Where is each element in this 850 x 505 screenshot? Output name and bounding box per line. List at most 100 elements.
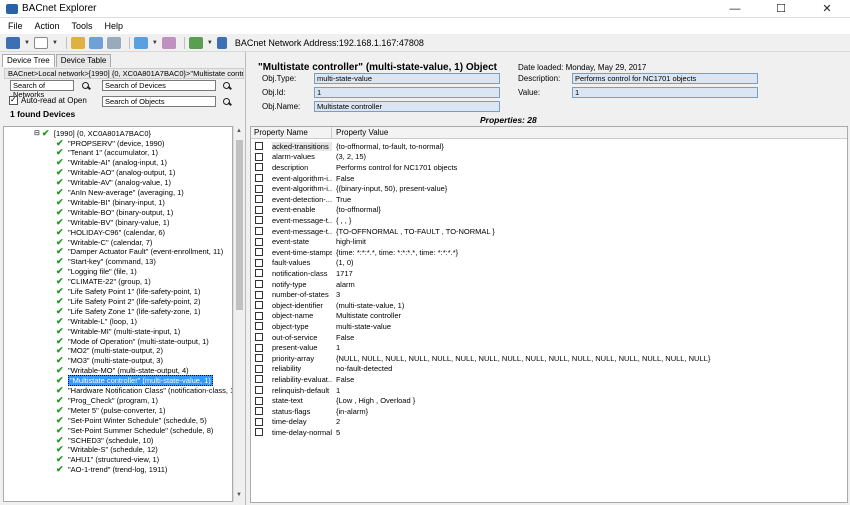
table-row[interactable]: event-enable {to-offnormal} [251, 205, 847, 216]
tree-item[interactable]: ✔ "CLIMATE-22" (group, 1) [56, 277, 151, 287]
property-value[interactable]: 1717 [332, 269, 353, 278]
table-row[interactable]: time-delay 2 [251, 417, 847, 428]
table-row[interactable]: relinquish-default 1 [251, 385, 847, 396]
table-row[interactable]: notify-type alarm [251, 279, 847, 290]
tree-item[interactable]: ✔ "AnIn New-average" (averaging, 1) [56, 188, 184, 198]
table-row[interactable]: event-time-stamps {time: *:*:*.*, time: *… [251, 247, 847, 258]
tree-root-device[interactable]: ⊟ ✔ [1990] {0, XC0A801A7BAC0} [34, 128, 151, 138]
new-file-icon[interactable] [33, 36, 48, 49]
tree-item[interactable]: ✔ "Writable-BV" (binary-value, 1) [56, 217, 169, 227]
row-checkbox[interactable] [255, 396, 263, 405]
table-row[interactable]: event-message-t...{ , , } [251, 215, 847, 226]
table-row[interactable]: state-text {Low , High , Overload } [251, 395, 847, 406]
table-row[interactable]: out-of-service False [251, 332, 847, 343]
tree-item[interactable]: ✔ "Writable-AO" (analog-output, 1) [56, 168, 175, 178]
device-tree[interactable]: ⊟ ✔ [1990] {0, XC0A801A7BAC0} ✔ "PROPSERV… [3, 126, 233, 502]
chevron-down-icon[interactable]: ▼ [24, 40, 30, 46]
property-value[interactable]: 1 [332, 343, 340, 352]
tree-item[interactable]: ✔ "Logging file" (file, 1) [56, 267, 137, 277]
tree-item[interactable]: ✔ "MO3" (multi-state-output, 3) [56, 356, 163, 366]
tree-item[interactable]: ✔ "Writable-C" (calendar, 7) [56, 237, 152, 247]
table-row[interactable]: event-message-t... {TO-OFFNORMAL , TO-FAU… [251, 226, 847, 237]
property-value[interactable]: True [332, 195, 351, 204]
property-value[interactable]: False [332, 174, 354, 183]
open-folder-icon[interactable] [70, 36, 85, 49]
property-value[interactable]: Performs control for NC1701 objects [332, 163, 457, 172]
tree-item[interactable]: ✔ "Prog_Check" (program, 1) [56, 395, 158, 405]
tree-item[interactable]: ✔ "MO2" (multi-state-output, 2) [56, 346, 163, 356]
row-checkbox[interactable] [255, 428, 263, 437]
table-row[interactable]: acked-transitions {to-offnormal, to-fault… [251, 141, 847, 152]
scroll-up-icon[interactable]: ▲ [236, 128, 242, 134]
table-row[interactable]: event-algorithm-i... False [251, 173, 847, 184]
search-icon[interactable] [81, 81, 91, 91]
row-checkbox[interactable] [255, 195, 263, 204]
tree-item[interactable]: ✔ "SCHED3" (schedule, 10) [56, 435, 153, 445]
table-row[interactable]: reliability-evaluat... False [251, 374, 847, 385]
tree-item[interactable]: ✔ "Writable-BI" (binary-input, 1) [56, 197, 165, 207]
tree-item[interactable]: ✔ "Tenant 1" (accumulator, 1) [56, 148, 158, 158]
scroll-down-icon[interactable]: ▼ [236, 492, 242, 498]
search-objects-input[interactable]: Search of Objects [102, 96, 216, 107]
row-checkbox[interactable] [255, 184, 263, 193]
tree-item[interactable]: ✔ "Life Safety Zone 1" (life-safety-zone,… [56, 306, 200, 316]
scrollbar-thumb[interactable] [236, 140, 243, 310]
row-checkbox[interactable] [255, 311, 263, 320]
table-row[interactable]: event-state high-limit [251, 236, 847, 247]
tree-item[interactable]: ✔ "AHU1" (structured-view, 1) [56, 455, 159, 465]
property-value[interactable]: 5 [332, 428, 340, 437]
row-checkbox[interactable] [255, 280, 263, 289]
tree-scrollbar[interactable]: ▲ ▼ [233, 126, 244, 502]
tree-item[interactable]: ✔ "Writable-BO" (binary-output, 1) [56, 207, 173, 217]
row-checkbox[interactable] [255, 248, 263, 257]
tree-item[interactable]: ✔ "Writable-AI" (analog-input, 1) [56, 158, 167, 168]
chevron-down-icon[interactable]: ▼ [207, 40, 213, 46]
table-row[interactable]: priority-array {NULL, NULL, NULL, NULL, N… [251, 353, 847, 364]
tab-device-table[interactable]: Device Table [55, 54, 112, 67]
search-devices-input[interactable]: Search of Devices [102, 80, 216, 91]
row-checkbox[interactable] [255, 237, 263, 246]
table-row[interactable]: status-flags {in-alarm} [251, 406, 847, 417]
tree-item[interactable]: ✔ "Damper Actuator Fault" (event-enrollme… [56, 247, 223, 257]
row-checkbox[interactable] [255, 333, 263, 342]
search-icon[interactable] [222, 97, 232, 107]
collapse-icon[interactable]: ⊟ [34, 129, 40, 137]
property-value[interactable]: { , , } [332, 216, 351, 225]
row-checkbox[interactable] [255, 364, 263, 373]
minimize-button[interactable]: — [712, 0, 758, 18]
table-row[interactable]: present-value 1 [251, 342, 847, 353]
tree-item[interactable]: ✔ "HOLIDAY-C96" (calendar, 6) [56, 227, 165, 237]
property-value[interactable]: {NULL, NULL, NULL, NULL, NULL, NULL, NUL… [332, 354, 710, 363]
tree-item[interactable]: ✔ "Hardware Notification Class" (notifica… [56, 386, 232, 396]
property-value[interactable]: {time: *:*:*.*, time: *:*:*.*, time: *:*… [332, 248, 458, 257]
tree-item[interactable]: ✔ "Life Safety Point 2" (life-safety-poin… [56, 296, 200, 306]
table-row[interactable]: number-of-states 3 [251, 289, 847, 300]
search-icon[interactable] [222, 81, 232, 91]
property-value[interactable]: False [332, 333, 354, 342]
tree-item[interactable]: ✔ "AO-1-trend" (trend-log, 1911) [56, 465, 167, 475]
row-checkbox[interactable] [255, 386, 263, 395]
network-icon[interactable] [6, 36, 20, 49]
tree-item[interactable]: ✔ "Mode of Operation" (multi-state-output… [56, 336, 209, 346]
row-checkbox[interactable] [255, 407, 263, 416]
search-networks-input[interactable]: Search of Networks [10, 80, 74, 99]
tree-item[interactable]: ✔ "Multistate controller" (multi-state-va… [56, 375, 213, 387]
tree-item[interactable]: ✔ "Meter 5" (pulse-converter, 1) [56, 405, 165, 415]
tree-item[interactable]: ✔ "Writable-S" (schedule, 12) [56, 445, 158, 455]
add-device-icon[interactable] [188, 36, 203, 49]
property-value[interactable]: 3 [332, 290, 340, 299]
col-property-name[interactable]: Property Name [251, 127, 332, 138]
row-checkbox[interactable] [255, 258, 263, 267]
autoread-checkbox[interactable] [9, 95, 18, 105]
tree-item[interactable]: ✔ "Writable-AV" (analog-value, 1) [56, 178, 171, 188]
property-value[interactable]: {to-offnormal, to-fault, to-normal} [332, 142, 444, 151]
row-checkbox[interactable] [255, 375, 263, 384]
menu-file[interactable]: File [8, 21, 23, 31]
tree-item[interactable]: ✔ "Life Safety Point 1" (life-safety-poin… [56, 287, 200, 297]
row-checkbox[interactable] [255, 354, 263, 363]
property-value[interactable]: high-limit [332, 237, 366, 246]
tree-item[interactable]: ✔ "Set-Point Summer Schedule" (schedule, … [56, 425, 213, 435]
table-row[interactable]: reliability no-fault-detected [251, 364, 847, 375]
col-property-value[interactable]: Property Value [332, 127, 388, 138]
close-button[interactable]: ✕ [804, 0, 850, 18]
